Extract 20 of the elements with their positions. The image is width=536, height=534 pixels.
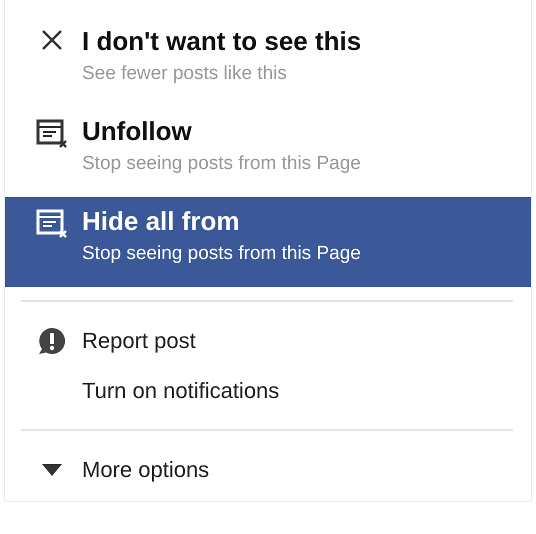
menu-item[interactable]: Report post xyxy=(5,316,531,366)
item-title: I don't want to see this xyxy=(82,25,362,57)
menu-item[interactable]: Turn on notifications xyxy=(5,366,531,416)
item-label: More options xyxy=(82,457,210,483)
menu-item[interactable]: I don't want to see this See fewer posts like this xyxy=(5,17,531,107)
menu-item[interactable]: More options xyxy=(5,445,531,495)
item-title: Hide all from xyxy=(82,205,240,237)
window-x-icon xyxy=(36,119,68,149)
alert-bubble-icon xyxy=(37,326,67,356)
item-subtitle: See fewer posts like this xyxy=(82,62,288,86)
menu-item[interactable]: Hide all from Stop seeing posts from this Page xyxy=(5,197,531,287)
item-title: Unfollow xyxy=(82,115,193,147)
caret-icon xyxy=(42,464,62,476)
item-subtitle: Stop seeing posts from this Page xyxy=(82,152,361,176)
item-label: Turn on notifications xyxy=(82,378,280,404)
window-x-icon xyxy=(36,209,68,239)
item-label: Report post xyxy=(82,328,196,354)
close-icon xyxy=(41,29,63,51)
item-subtitle: Stop seeing posts from this Page xyxy=(82,242,361,266)
menu-item[interactable]: Unfollow Stop seeing posts from this Page xyxy=(5,107,531,197)
